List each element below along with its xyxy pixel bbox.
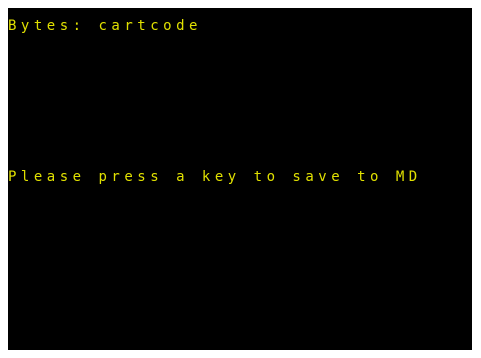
emulator-screen[interactable]: Bytes: cartcode Please press a key to sa… (8, 8, 472, 350)
bytes-status-line: Bytes: cartcode (8, 18, 202, 34)
save-prompt-line: Please press a key to save to MD (8, 169, 422, 185)
